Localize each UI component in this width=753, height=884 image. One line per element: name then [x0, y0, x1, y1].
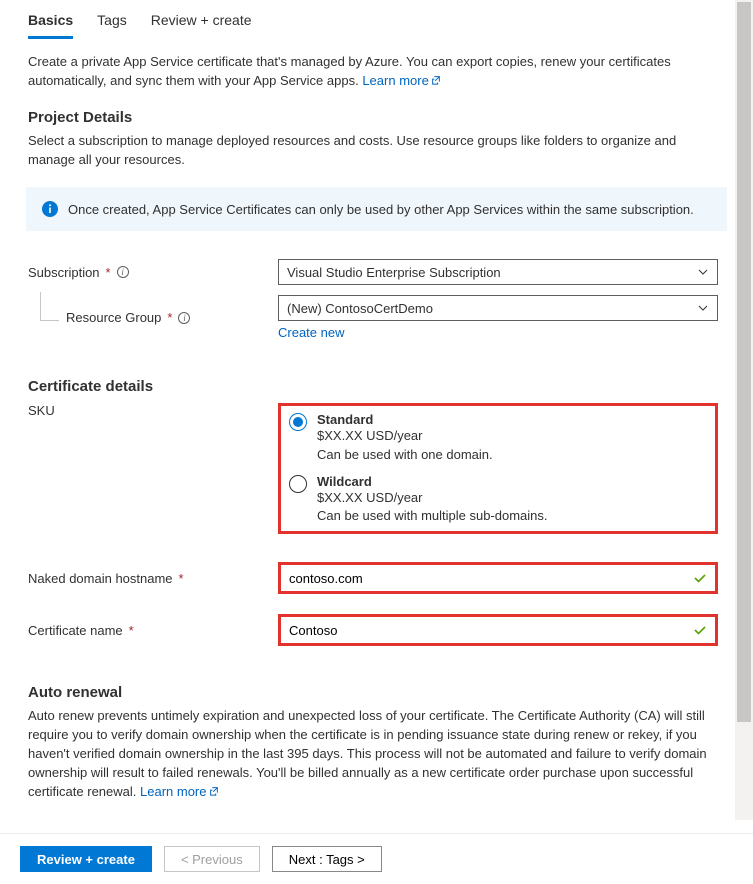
- create-new-link[interactable]: Create new: [278, 325, 344, 340]
- checkmark-icon: [693, 571, 707, 585]
- resource-group-select[interactable]: (New) ContosoCertDemo: [278, 295, 718, 321]
- tabs: Basics Tags Review + create: [28, 0, 725, 39]
- learn-more-link[interactable]: Learn more: [362, 73, 440, 88]
- radio-enable[interactable]: Enable: [278, 819, 342, 820]
- subscription-label: Subscription * i: [28, 265, 278, 280]
- hostname-input-wrapper: [278, 562, 718, 594]
- project-details-desc: Select a subscription to manage deployed…: [28, 132, 725, 170]
- sku-options-box: Standard $XX.XX USD/year Can be used wit…: [278, 403, 718, 534]
- next-button[interactable]: Next : Tags >: [272, 846, 382, 872]
- review-create-button[interactable]: Review + create: [20, 846, 152, 872]
- sku-option-wildcard[interactable]: Wildcard $XX.XX USD/year Can be used wit…: [289, 474, 707, 525]
- tab-basics[interactable]: Basics: [28, 12, 73, 39]
- sku-option-standard[interactable]: Standard $XX.XX USD/year Can be used wit…: [289, 412, 707, 463]
- certificate-details-heading: Certificate details: [28, 378, 725, 395]
- chevron-down-icon: [697, 266, 709, 278]
- checkmark-icon: [693, 623, 707, 637]
- hostname-label: Naked domain hostname *: [28, 571, 278, 586]
- scrollbar-thumb[interactable]: [737, 2, 751, 722]
- resource-group-label: Resource Group * i: [28, 310, 278, 325]
- radio-standard[interactable]: [289, 413, 307, 431]
- tab-review[interactable]: Review + create: [151, 12, 252, 39]
- certname-input[interactable]: [289, 623, 693, 638]
- tab-tags[interactable]: Tags: [97, 12, 127, 39]
- learn-more-link-2[interactable]: Learn more: [140, 784, 218, 799]
- info-banner: Once created, App Service Certificates c…: [26, 187, 727, 231]
- radio-wildcard[interactable]: [289, 475, 307, 493]
- help-icon[interactable]: i: [117, 266, 129, 278]
- footer: Review + create < Previous Next : Tags >: [0, 833, 753, 884]
- radio-disable[interactable]: Disable: [360, 819, 427, 820]
- auto-renewal-heading: Auto renewal: [28, 684, 725, 701]
- certname-input-wrapper: [278, 614, 718, 646]
- subscription-select[interactable]: Visual Studio Enterprise Subscription: [278, 259, 718, 285]
- info-banner-text: Once created, App Service Certificates c…: [68, 202, 694, 217]
- previous-button[interactable]: < Previous: [164, 846, 260, 872]
- info-icon: [42, 201, 58, 217]
- external-link-icon: [431, 72, 441, 82]
- certname-label: Certificate name *: [28, 623, 278, 638]
- intro-text: Create a private App Service certificate…: [28, 53, 725, 91]
- auto-renewal-desc: Auto renew prevents untimely expiration …: [28, 707, 725, 801]
- chevron-down-icon: [697, 302, 709, 314]
- scrollbar[interactable]: [735, 0, 753, 820]
- auto-renewal-radio-group: Enable Disable: [278, 819, 718, 820]
- project-details-heading: Project Details: [28, 109, 725, 126]
- sku-label: SKU: [28, 403, 278, 418]
- external-link-icon: [209, 783, 219, 793]
- hostname-input[interactable]: [289, 571, 693, 586]
- help-icon[interactable]: i: [178, 312, 190, 324]
